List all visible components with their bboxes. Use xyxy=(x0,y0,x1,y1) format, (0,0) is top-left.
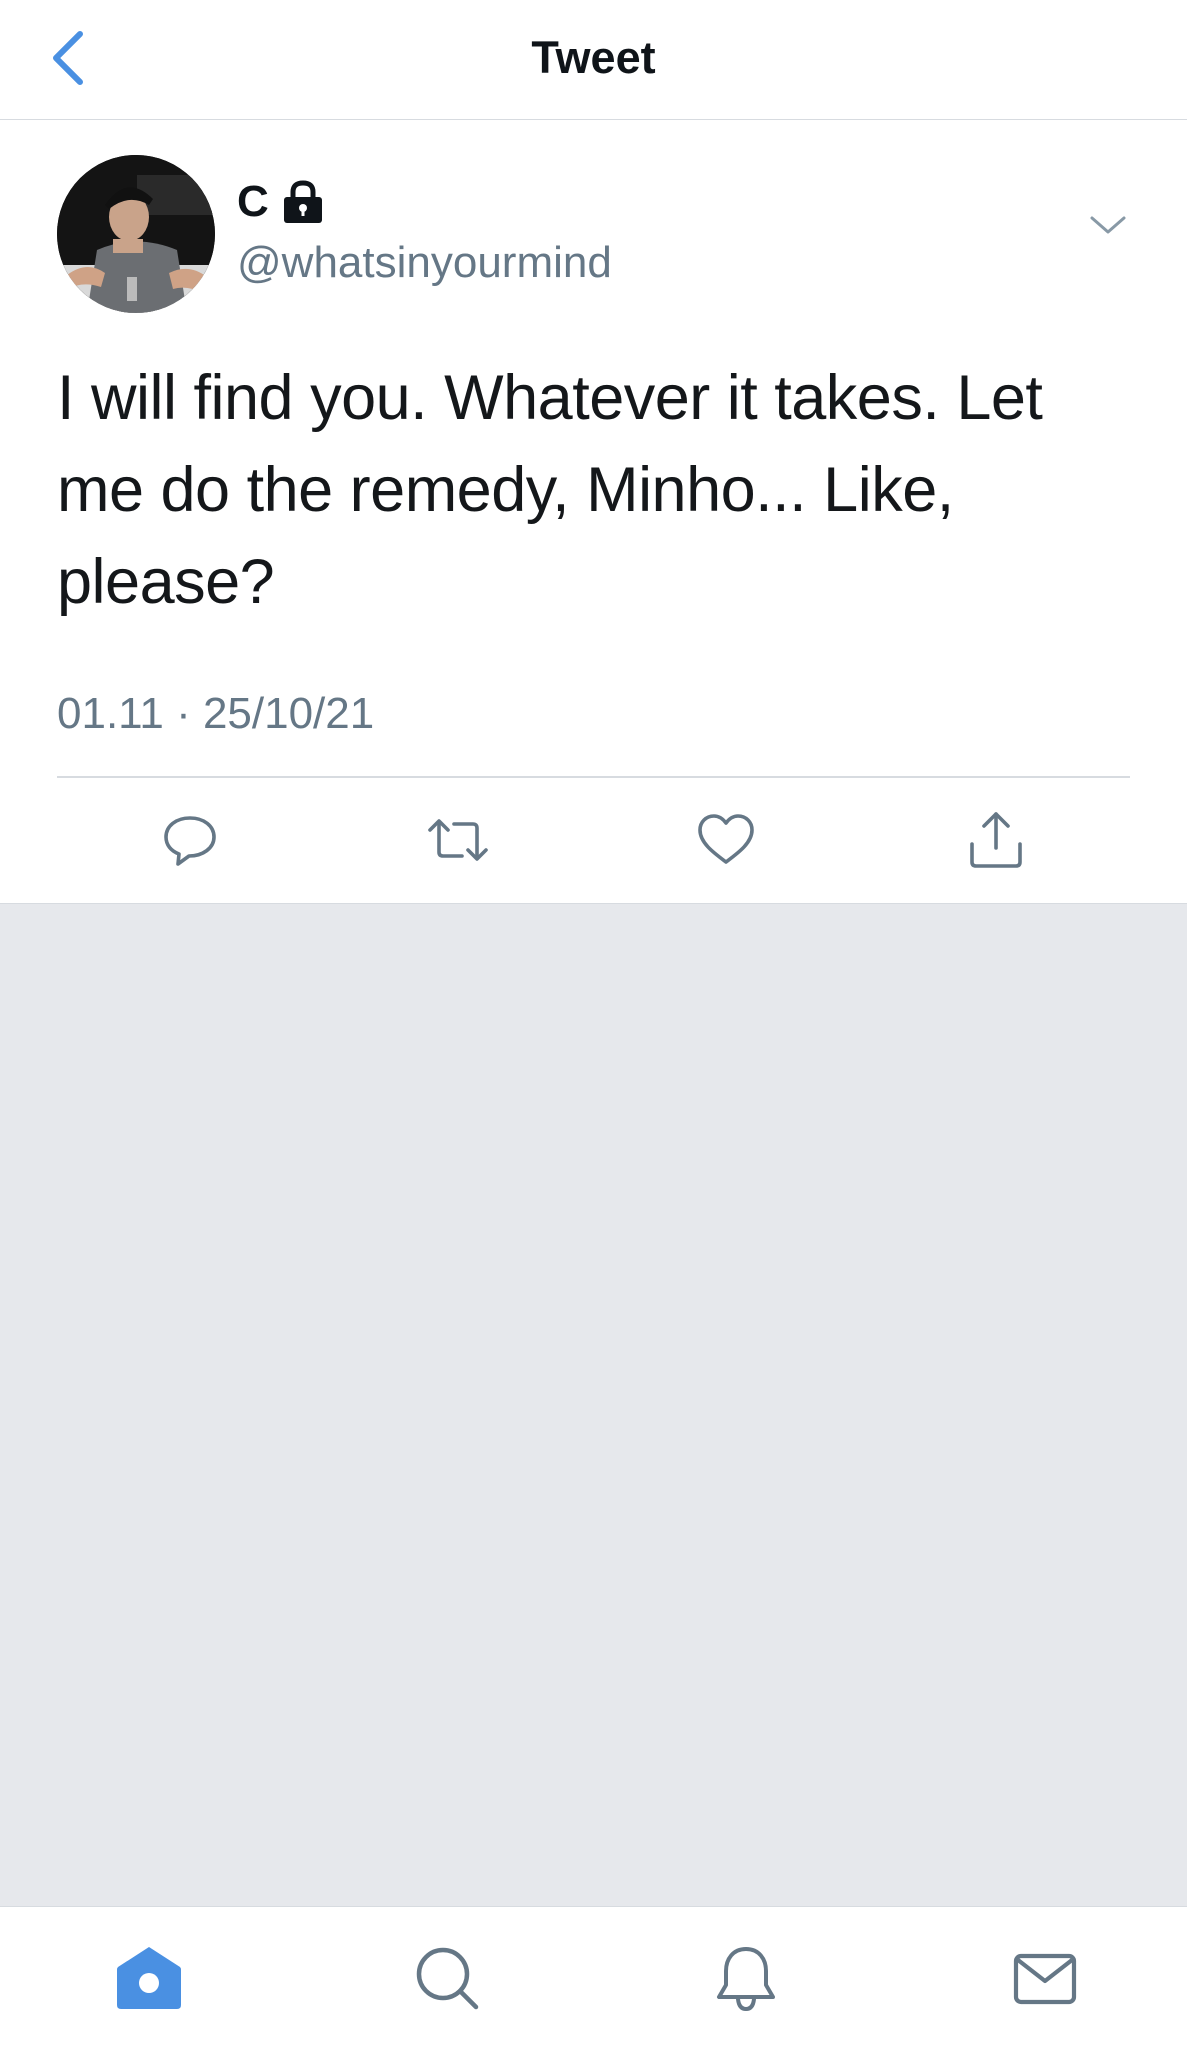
page-title: Tweet xyxy=(531,32,656,83)
tweet-detail: C @whatsinyourmind I will find you. What… xyxy=(0,120,1187,904)
search-icon xyxy=(416,1947,479,2010)
display-name: C xyxy=(237,177,269,226)
notifications-icon xyxy=(717,1947,775,2011)
empty-content-area xyxy=(0,904,1187,1906)
chevron-down-icon xyxy=(1090,216,1126,234)
tweet-timestamp: 01.11 · 25/10/21 xyxy=(57,689,375,738)
tweet-action-bar xyxy=(0,778,1187,902)
tab-notifications[interactable] xyxy=(711,1943,781,2013)
tweet-menu-button[interactable] xyxy=(1088,210,1128,240)
avatar[interactable] xyxy=(57,155,215,313)
like-icon xyxy=(698,814,754,864)
share-icon xyxy=(970,812,1022,868)
bottom-tab-bar xyxy=(0,1906,1187,2048)
reply-icon xyxy=(164,816,216,866)
top-navigation-bar: Tweet xyxy=(0,0,1187,120)
tab-search[interactable] xyxy=(412,1943,482,2013)
retweet-icon xyxy=(428,819,488,861)
reply-button[interactable] xyxy=(158,808,222,872)
user-handle[interactable]: @whatsinyourmind xyxy=(237,237,612,290)
retweet-button[interactable] xyxy=(426,808,490,872)
share-button[interactable] xyxy=(964,808,1028,872)
avatar-image xyxy=(57,155,215,313)
lock-icon xyxy=(283,180,322,223)
tweet-text: I will find you. Whatever it takes. Let … xyxy=(57,363,1043,617)
author-name-row[interactable]: C xyxy=(237,175,325,229)
messages-icon xyxy=(1013,1953,1077,2005)
tab-messages[interactable] xyxy=(1010,1943,1080,2013)
tab-home[interactable] xyxy=(114,1943,184,2013)
home-icon xyxy=(117,1947,181,2009)
like-button[interactable] xyxy=(694,808,758,872)
